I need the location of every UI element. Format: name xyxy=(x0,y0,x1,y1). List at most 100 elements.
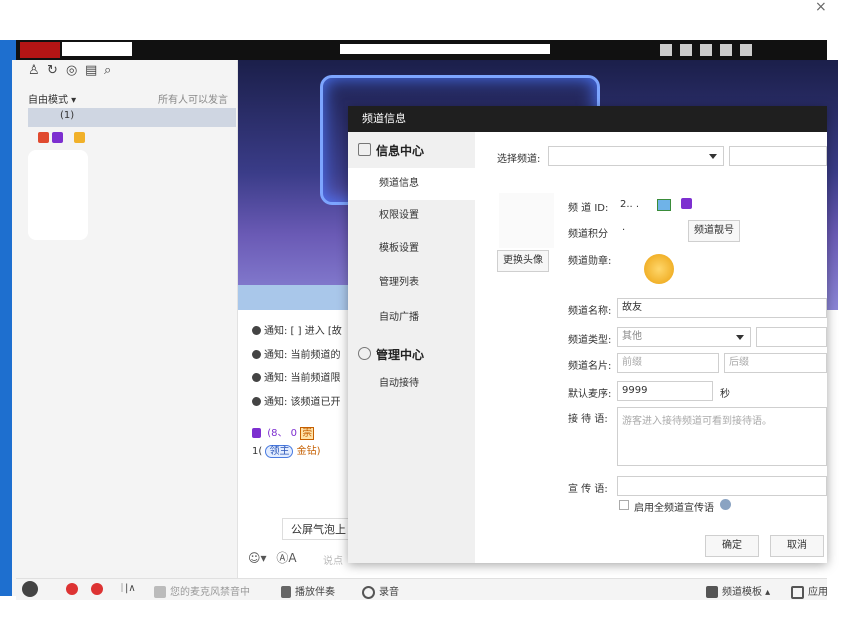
vip-badge-icon[interactable] xyxy=(681,198,692,209)
channel-pretty-number-button[interactable]: 频道靓号 xyxy=(688,220,740,242)
cancel-button[interactable]: 取消 xyxy=(770,535,824,557)
mode-dropdown[interactable]: 自由模式 ▾ xyxy=(28,91,76,106)
notice-item: 通知: [ ] 进入 [故 xyxy=(252,322,348,346)
font-icon[interactable]: ⒶA xyxy=(276,551,296,565)
chat-bubble-toggle[interactable]: 公屏气泡上 xyxy=(282,518,352,540)
apps-button[interactable]: 应用 xyxy=(791,583,828,599)
record-icon xyxy=(362,585,375,599)
card-suffix-input[interactable]: 后缀 xyxy=(724,353,827,373)
change-avatar-button[interactable]: 更换头像 xyxy=(497,250,549,272)
outer-close-icon[interactable]: × xyxy=(815,0,829,14)
redacted-area xyxy=(62,42,132,56)
app-logo xyxy=(20,42,60,58)
chevron-down-icon xyxy=(736,335,744,340)
notice-icon[interactable]: ▤ xyxy=(85,64,99,78)
speaker-muted-icon[interactable] xyxy=(66,583,78,595)
channel-medal-label: 频道勋章: xyxy=(568,256,612,267)
play-accompaniment-button[interactable]: 播放伴奏 xyxy=(281,583,335,598)
reception-label: 接 待 语: xyxy=(568,414,608,425)
channel-card-label: 频道名片: xyxy=(568,361,612,372)
promo-label: 宣 传 语: xyxy=(568,484,608,495)
record-button[interactable]: 录音 xyxy=(362,583,399,599)
help-icon[interactable] xyxy=(720,499,731,510)
promo-all-checkbox[interactable] xyxy=(619,500,629,510)
dialog-title: 频道信息 xyxy=(348,106,827,132)
photo-icon[interactable] xyxy=(657,199,671,211)
nav-item-auto-reception[interactable]: 自动接待 xyxy=(348,368,475,400)
nav-item-auto-broadcast[interactable]: 自动广播 xyxy=(348,302,475,334)
card-prefix-input[interactable]: 前缀 xyxy=(617,353,719,373)
channel-name-label: 频道名称: xyxy=(568,306,612,317)
reception-textarea[interactable]: 游客进入接待频道可看到接待语。 xyxy=(617,407,827,466)
list-icon xyxy=(358,143,371,156)
select-channel-dropdown[interactable] xyxy=(548,146,724,166)
channel-id-value: 2.. . xyxy=(620,199,640,210)
emoji-icon[interactable]: ☺▾ xyxy=(248,551,267,565)
redacted-area xyxy=(340,44,550,54)
apps-grid-icon xyxy=(791,585,804,599)
nav-group-info-center[interactable]: 信息中心 xyxy=(358,142,424,159)
channel-type-label: 频道类型: xyxy=(568,335,612,346)
chat-input[interactable]: 说点 xyxy=(323,552,343,567)
channel-subtype-dropdown[interactable] xyxy=(756,327,827,347)
gift-badge-icon xyxy=(52,131,63,143)
info-icon xyxy=(252,373,261,382)
channel-id-label: 频 道 ID: xyxy=(568,203,609,214)
mic-mode-icon[interactable]: ᛁ|∧ xyxy=(119,583,136,594)
mic-muted-icon[interactable] xyxy=(91,583,103,595)
promo-all-label: 启用全频道宣传语 xyxy=(634,503,714,514)
chat-message-header: (8、 0 崇 xyxy=(252,424,315,440)
music-icon xyxy=(281,586,291,598)
default-mic-input[interactable]: 9999 xyxy=(617,381,713,401)
location-icon[interactable]: ◎ xyxy=(66,64,80,78)
default-mic-unit: 秒 xyxy=(720,389,730,400)
nav-item-templates[interactable]: 模板设置 xyxy=(348,233,475,265)
search-icon[interactable]: ⌕ xyxy=(104,64,118,78)
channel-avatar xyxy=(499,193,554,248)
dialog-nav: 信息中心 频道信息 权限设置 模板设置 管理列表 自动广播 管理中心 自动接待 xyxy=(348,132,475,563)
window-controls xyxy=(660,44,760,59)
info-icon xyxy=(252,396,261,406)
notice-item: 通知: 当前频道的 xyxy=(252,346,348,370)
crown-badge-icon xyxy=(74,131,85,143)
mic-off-icon xyxy=(154,586,166,598)
select-channel-label: 选择频道: xyxy=(497,154,541,165)
chat-toolbar: ☺▾ ⒶA xyxy=(248,549,297,569)
level-badge-icon xyxy=(38,131,49,143)
notice-item: 通知: 该频道已开 xyxy=(252,393,348,417)
nav-item-manage-list[interactable]: 管理列表 xyxy=(348,267,475,299)
gear-icon xyxy=(358,347,371,360)
speak-permission-label: 所有人可以发言 xyxy=(158,95,228,106)
promo-input[interactable] xyxy=(617,476,827,496)
redacted-area xyxy=(28,150,88,240)
default-mic-label: 默认麦序: xyxy=(568,389,612,400)
gift-badge-icon xyxy=(252,428,261,438)
maximize-icon[interactable] xyxy=(720,44,732,56)
bottom-toolbar: ᛁ|∧ 您的麦克风禁音中 播放伴奏 录音 频道模板 ▴ 应用 xyxy=(16,578,828,600)
close-icon[interactable] xyxy=(740,44,752,56)
avatar[interactable] xyxy=(22,581,38,597)
nav-item-channel-info[interactable]: 频道信息 xyxy=(348,168,475,200)
menu-icon[interactable] xyxy=(680,44,692,56)
channel-template-button[interactable]: 频道模板 ▴ xyxy=(706,583,770,598)
chevron-down-icon xyxy=(709,154,717,159)
notice-item: 通知: 当前频道限 xyxy=(252,369,348,393)
skin-icon[interactable] xyxy=(660,44,672,56)
info-icon xyxy=(252,349,261,359)
left-toolbar: ♙ ↻ ◎ ▤ ⌕ xyxy=(28,64,123,82)
user-icon[interactable]: ♙ xyxy=(28,64,42,78)
info-icon xyxy=(252,326,261,335)
channel-subselect[interactable] xyxy=(729,146,827,166)
nav-item-permissions[interactable]: 权限设置 xyxy=(348,200,475,232)
refresh-icon[interactable]: ↻ xyxy=(47,64,61,78)
channel-name-input[interactable]: 故友 xyxy=(617,298,827,318)
crown-medal-icon xyxy=(644,254,674,284)
ok-button[interactable]: 确定 xyxy=(705,535,759,557)
channel-type-dropdown[interactable]: 其他 xyxy=(617,327,751,347)
top-blank-area xyxy=(0,0,855,40)
channel-points-value: · xyxy=(622,225,626,236)
nav-group-manage-center[interactable]: 管理中心 xyxy=(358,346,424,363)
notice-list: 通知: [ ] 进入 [故 通知: 当前频道的 通知: 当前频道限 通知: 该频… xyxy=(252,322,348,416)
banner-strip xyxy=(238,285,348,310)
minimize-icon[interactable] xyxy=(700,44,712,56)
